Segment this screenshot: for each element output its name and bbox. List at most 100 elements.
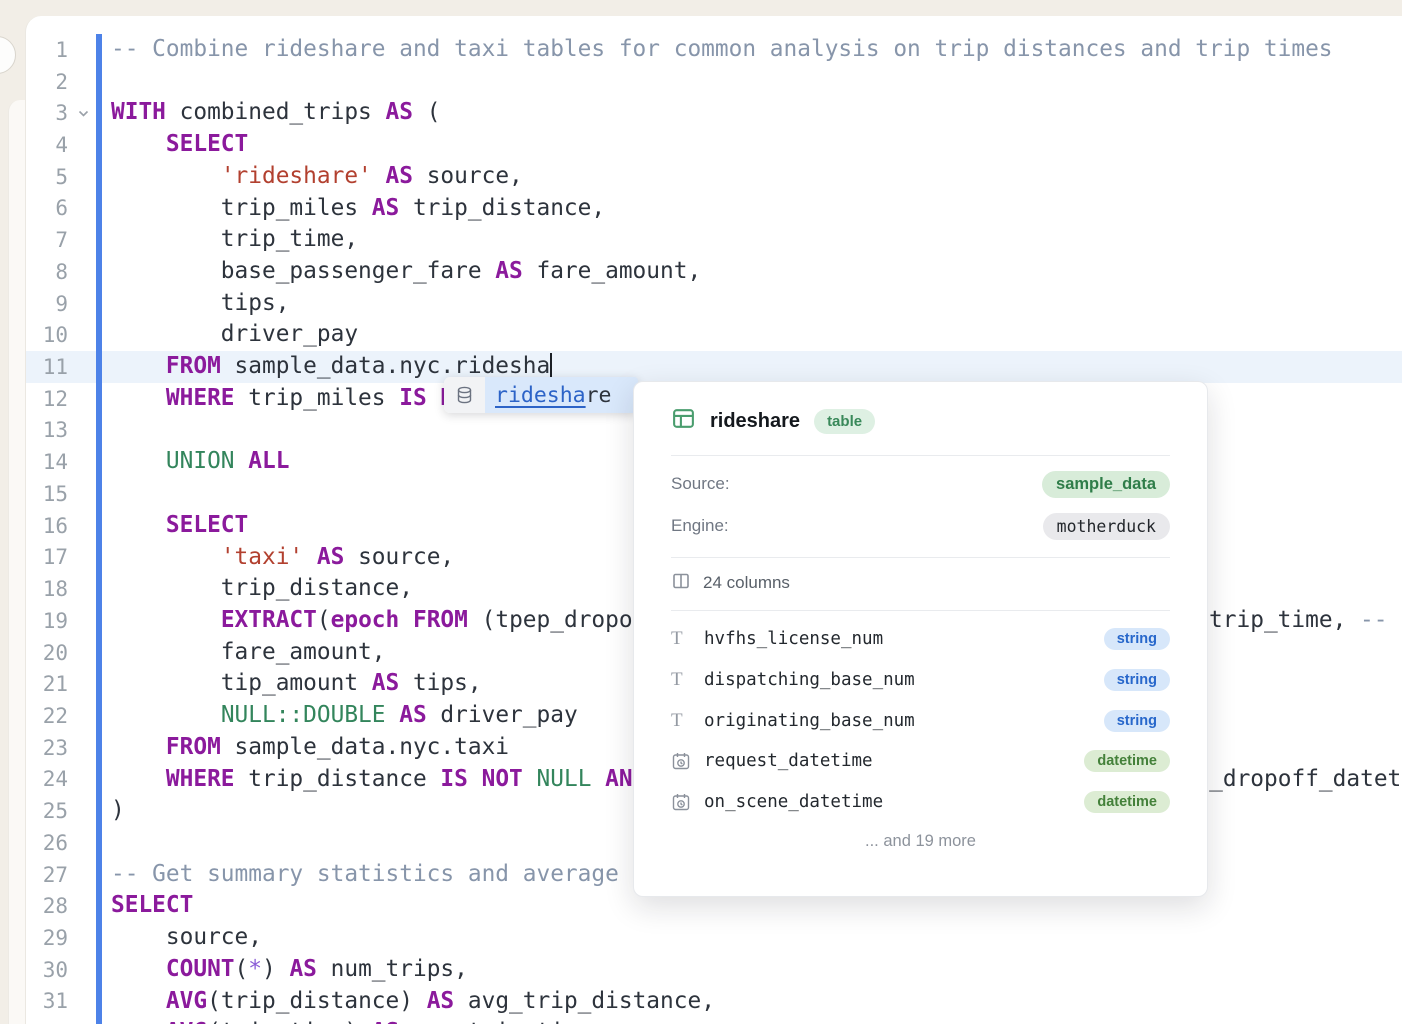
line-number[interactable]: 18 bbox=[26, 577, 68, 601]
suggestion-rideshare[interactable]: rideshare bbox=[485, 377, 638, 413]
change-gutter-bar bbox=[96, 34, 102, 1024]
code-text: tips, bbox=[111, 288, 1402, 320]
line-number[interactable]: 25 bbox=[26, 799, 68, 823]
code-line[interactable]: 7 trip_time, bbox=[26, 224, 1402, 256]
column-row: request_datetimedatetime bbox=[671, 741, 1170, 782]
table-name: rideshare bbox=[710, 410, 800, 433]
line-number[interactable]: 14 bbox=[26, 450, 68, 474]
line-number[interactable]: 5 bbox=[26, 165, 68, 189]
field-label: Source: bbox=[671, 474, 730, 494]
line-number[interactable]: 4 bbox=[26, 133, 68, 157]
card-field-row: Source: sample_data bbox=[671, 470, 1170, 498]
code-line[interactable]: 5 'rideshare' AS source, bbox=[26, 161, 1402, 193]
table-icon bbox=[671, 406, 696, 436]
code-line[interactable]: 32 AVG(trip_time) AS avg_trip_time, bbox=[26, 1017, 1402, 1024]
collapsed-side-panel bbox=[8, 100, 25, 1024]
line-number[interactable]: 26 bbox=[26, 831, 68, 855]
code-text: base_passenger_fare AS fare_amount, bbox=[111, 256, 1402, 288]
line-number[interactable]: 10 bbox=[26, 323, 68, 347]
table-info-card: rideshare table Source: sample_data Engine… bbox=[633, 381, 1208, 897]
text-cursor bbox=[550, 353, 552, 380]
code-line[interactable]: 9 tips, bbox=[26, 288, 1402, 320]
line-number[interactable]: 30 bbox=[26, 958, 68, 982]
line-number[interactable]: 19 bbox=[26, 609, 68, 633]
divider bbox=[671, 610, 1170, 611]
column-name: on_scene_datetime bbox=[704, 792, 883, 812]
fold-chevron-down-icon[interactable] bbox=[68, 109, 111, 118]
column-row: Tdispatching_base_num string bbox=[671, 660, 1170, 701]
line-number[interactable]: 2 bbox=[26, 70, 68, 94]
column-row: Thvfhs_license_num string bbox=[671, 619, 1170, 660]
line-number[interactable]: 7 bbox=[26, 228, 68, 252]
columns-count-label: 24 columns bbox=[703, 573, 790, 593]
columns-summary: 24 columns bbox=[671, 570, 1170, 596]
line-number[interactable]: 16 bbox=[26, 514, 68, 538]
code-line[interactable]: 3 WITH combined_trips AS ( bbox=[26, 97, 1402, 129]
suggestion-rest-text: re bbox=[586, 383, 612, 408]
code-line[interactable]: 4 SELECT bbox=[26, 129, 1402, 161]
line-number[interactable]: 8 bbox=[26, 260, 68, 284]
code-line[interactable]: 11 FROM sample_data.nyc.ridesha bbox=[26, 351, 1402, 383]
field-value-badge: sample_data bbox=[1042, 471, 1170, 498]
column-name: hvfhs_license_num bbox=[704, 629, 883, 649]
column-type-badge: datetime bbox=[1084, 750, 1170, 772]
code-text: driver_pay bbox=[111, 319, 1402, 351]
table-type-badge: table bbox=[814, 409, 875, 434]
more-columns-label: ... and 19 more bbox=[634, 832, 1207, 851]
code-text: WITH combined_trips AS ( bbox=[111, 97, 1402, 129]
line-number[interactable]: 28 bbox=[26, 894, 68, 918]
line-number[interactable]: 31 bbox=[26, 989, 68, 1013]
column-type-badge: string bbox=[1104, 669, 1170, 691]
line-number[interactable]: 23 bbox=[26, 736, 68, 760]
code-line[interactable]: 30 COUNT(*) AS num_trips, bbox=[26, 954, 1402, 986]
line-number[interactable]: 27 bbox=[26, 863, 68, 887]
divider bbox=[671, 557, 1170, 558]
divider bbox=[671, 455, 1170, 456]
line-number[interactable]: 22 bbox=[26, 704, 68, 728]
card-header: rideshare table bbox=[671, 406, 1170, 436]
text-type-icon: T bbox=[671, 669, 704, 691]
line-number[interactable]: 11 bbox=[26, 355, 68, 379]
column-name: originating_base_num bbox=[704, 711, 915, 731]
code-line[interactable]: 31 AVG(trip_distance) AS avg_trip_distan… bbox=[26, 986, 1402, 1018]
column-row: on_scene_datetime datetime bbox=[671, 782, 1170, 823]
line-number[interactable]: 20 bbox=[26, 641, 68, 665]
column-type-badge: string bbox=[1104, 710, 1170, 732]
autocomplete-popup[interactable]: rideshare bbox=[444, 377, 638, 413]
code-line[interactable]: 2 bbox=[26, 66, 1402, 98]
code-line[interactable]: 10 driver_pay bbox=[26, 319, 1402, 351]
code-line[interactable]: 6 trip_miles AS trip_distance, bbox=[26, 193, 1402, 225]
line-number[interactable]: 6 bbox=[26, 196, 68, 220]
panel-toggle-button[interactable] bbox=[0, 36, 16, 74]
line-number[interactable]: 13 bbox=[26, 418, 68, 442]
code-text: source, bbox=[111, 922, 1402, 954]
suggestion-matched-text: ridesha bbox=[495, 383, 586, 408]
code-line[interactable]: 8 base_passenger_fare AS fare_amount, bbox=[26, 256, 1402, 288]
code-line[interactable]: 29 source, bbox=[26, 922, 1402, 954]
code-text: trip_time, bbox=[111, 224, 1402, 256]
text-type-icon: T bbox=[671, 628, 704, 650]
column-row: Toriginating_base_numstring bbox=[671, 700, 1170, 741]
column-name: dispatching_base_num bbox=[704, 670, 915, 690]
line-number[interactable]: 21 bbox=[26, 672, 68, 696]
column-type-badge: string bbox=[1104, 628, 1170, 650]
line-number[interactable]: 12 bbox=[26, 387, 68, 411]
code-line[interactable]: 1 -- Combine rideshare and taxi tables fo… bbox=[26, 34, 1402, 66]
field-label: Engine: bbox=[671, 516, 729, 536]
line-number[interactable]: 9 bbox=[26, 292, 68, 316]
line-number[interactable]: 24 bbox=[26, 767, 68, 791]
line-number[interactable]: 15 bbox=[26, 482, 68, 506]
datetime-type-icon bbox=[671, 751, 704, 771]
line-number[interactable]: 17 bbox=[26, 545, 68, 569]
line-number[interactable]: 3 bbox=[26, 101, 68, 125]
line-number[interactable]: 1 bbox=[26, 38, 68, 62]
card-field-row: Engine:motherduck bbox=[671, 512, 1170, 540]
column-type-badge: datetime bbox=[1084, 791, 1170, 813]
code-text: AVG(trip_time) AS avg_trip_time, bbox=[111, 1017, 1402, 1024]
database-icon bbox=[444, 377, 485, 413]
code-text: AVG(trip_distance) AS avg_trip_distance, bbox=[111, 986, 1402, 1018]
columns-icon bbox=[671, 571, 691, 596]
code-text: 'rideshare' AS source, bbox=[111, 161, 1402, 193]
line-number[interactable]: 29 bbox=[26, 926, 68, 950]
code-text: -- Combine rideshare and taxi tables for… bbox=[111, 34, 1402, 66]
